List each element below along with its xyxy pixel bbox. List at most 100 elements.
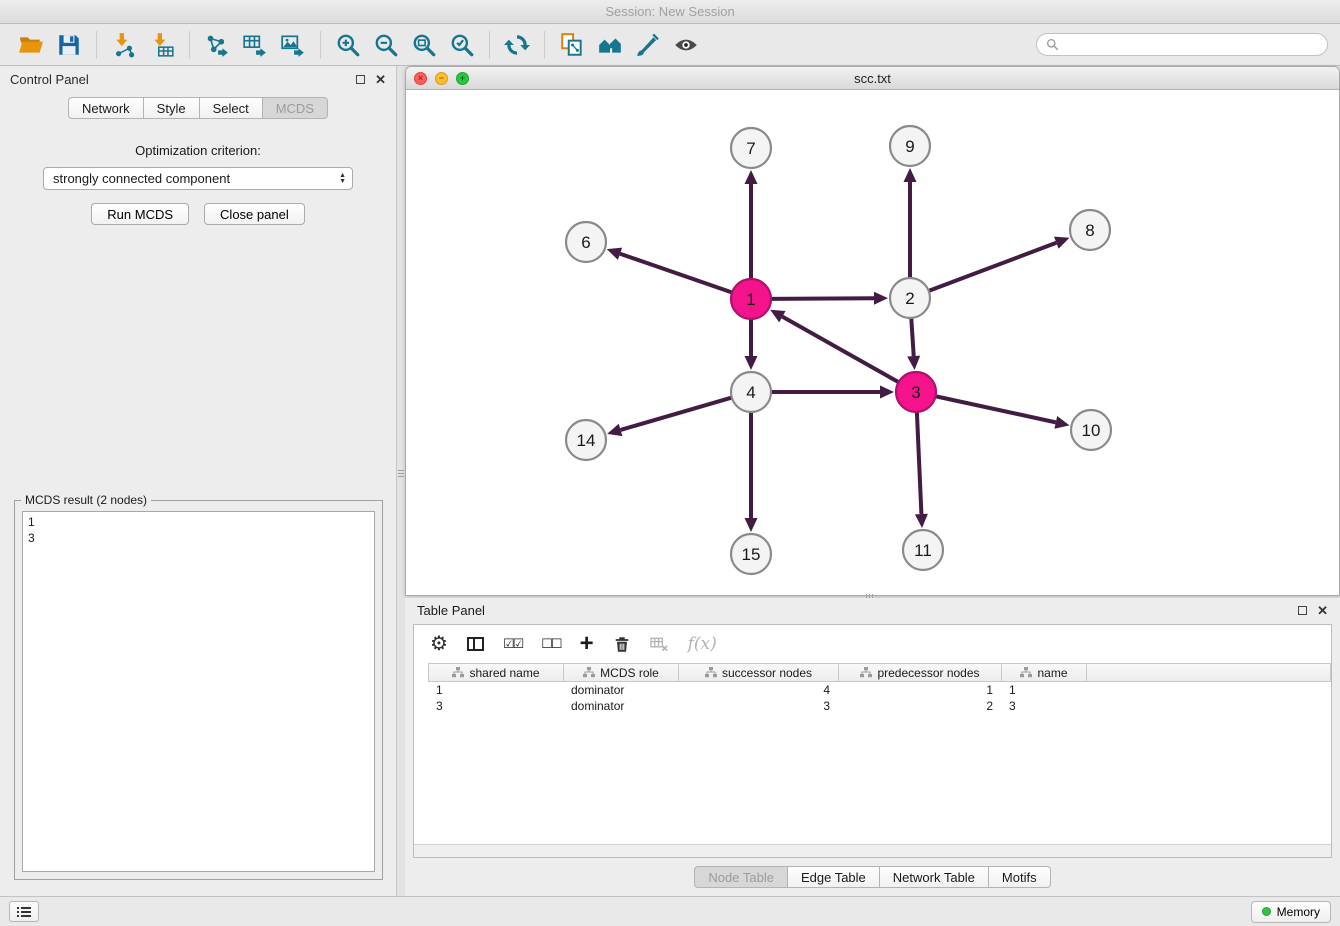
- column-header-shared-name[interactable]: shared name: [429, 664, 564, 681]
- graph-edge-4-14[interactable]: [607, 398, 732, 437]
- tab-select[interactable]: Select: [200, 97, 263, 119]
- graph-node-14[interactable]: 14: [566, 420, 606, 460]
- column-header-successor-nodes[interactable]: successor nodes: [679, 664, 839, 681]
- import-table-button[interactable]: [143, 28, 181, 62]
- column-header-label: MCDS role: [600, 666, 659, 680]
- column-header-mcds-role[interactable]: MCDS role: [564, 664, 679, 681]
- network-snapshot-button[interactable]: [553, 28, 591, 62]
- network-canvas[interactable]: 7 9 6 8 1 2 4 3 14 10 15 11: [406, 90, 1340, 596]
- float-panel-icon[interactable]: [356, 75, 365, 84]
- column-header-predecessor-nodes[interactable]: predecessor nodes: [839, 664, 1002, 681]
- graph-edge-4-3[interactable]: [771, 386, 894, 399]
- select-all-button[interactable]: ☑☑: [503, 636, 522, 652]
- home-button[interactable]: [591, 28, 629, 62]
- zoom-selected-icon: [449, 32, 475, 58]
- graph-edge-2-3[interactable]: [907, 318, 920, 370]
- zoom-out-button[interactable]: [367, 28, 405, 62]
- plus-icon: +: [580, 632, 594, 656]
- tab-mcds[interactable]: MCDS: [263, 97, 328, 119]
- close-window-icon[interactable]: ×: [414, 72, 427, 85]
- graph-edge-3-1[interactable]: [770, 310, 898, 382]
- close-mcds-panel-button[interactable]: Close panel: [204, 203, 305, 225]
- zoom-selected-button[interactable]: [443, 28, 481, 62]
- window-titlebar[interactable]: Session: New Session: [0, 0, 1340, 24]
- graph-node-15[interactable]: 15: [731, 534, 771, 574]
- zoom-fit-button[interactable]: [405, 28, 443, 62]
- search-field[interactable]: [1036, 33, 1328, 56]
- export-image-button[interactable]: [274, 28, 312, 62]
- graph-node-8[interactable]: 8: [1070, 210, 1110, 250]
- zoom-in-button[interactable]: [329, 28, 367, 62]
- graph-node-6[interactable]: 6: [566, 222, 606, 262]
- search-icon: [1046, 38, 1059, 51]
- column-header-name[interactable]: name: [1002, 664, 1087, 681]
- graph-node-7[interactable]: 7: [731, 128, 771, 168]
- graph-edge-1-2[interactable]: [771, 292, 888, 305]
- node-label: 2: [905, 289, 914, 308]
- network-window-titlebar[interactable]: scc.txt × − +: [406, 67, 1339, 90]
- graph-node-3[interactable]: 3: [896, 372, 936, 412]
- node-label: 14: [577, 431, 596, 450]
- apply-style-button[interactable]: [629, 28, 667, 62]
- graph-node-4[interactable]: 4: [731, 372, 771, 412]
- graph-node-11[interactable]: 11: [903, 530, 943, 570]
- graph-edge-2-9[interactable]: [904, 168, 917, 278]
- show-columns-button[interactable]: [467, 637, 484, 651]
- graph-edge-1-7[interactable]: [745, 170, 758, 279]
- search-input[interactable]: [1064, 38, 1318, 52]
- minimize-window-icon[interactable]: −: [435, 72, 448, 85]
- deselect-all-button[interactable]: ☐☐: [541, 636, 560, 652]
- close-table-panel-icon[interactable]: ✕: [1317, 604, 1328, 617]
- tab-node-table[interactable]: Node Table: [694, 866, 788, 888]
- delete-column-button[interactable]: [613, 635, 631, 654]
- tab-network-table[interactable]: Network Table: [880, 866, 989, 888]
- zoom-window-icon[interactable]: +: [456, 72, 469, 85]
- import-network-button[interactable]: [105, 28, 143, 62]
- vertical-splitter-handle[interactable]: [398, 462, 404, 484]
- save-session-button[interactable]: [50, 28, 88, 62]
- mcds-result-list[interactable]: 13: [22, 511, 375, 872]
- apply-layout-button[interactable]: [498, 28, 536, 62]
- attribute-type-icon: [860, 667, 872, 678]
- tab-motifs[interactable]: Motifs: [989, 866, 1051, 888]
- task-history-button[interactable]: [9, 901, 39, 922]
- run-mcds-button[interactable]: Run MCDS: [91, 203, 189, 225]
- table-horizontal-scrollbar[interactable]: [414, 844, 1331, 857]
- graph-edge-2-8[interactable]: [929, 237, 1070, 291]
- graph-edge-3-11[interactable]: [915, 412, 928, 528]
- table-cell: 1: [838, 683, 1001, 697]
- memory-button[interactable]: Memory: [1251, 901, 1331, 923]
- export-network-button[interactable]: [198, 28, 236, 62]
- tab-style[interactable]: Style: [144, 97, 200, 119]
- table-cell: 2: [838, 699, 1001, 713]
- node-table-header: shared name MCDS role successor nodes prede…: [428, 663, 1331, 682]
- graph-edge-3-10[interactable]: [936, 396, 1070, 428]
- float-table-panel-icon[interactable]: [1298, 606, 1307, 615]
- function-builder-button[interactable]: f(x): [688, 634, 717, 654]
- graph-edge-1-4[interactable]: [745, 319, 758, 370]
- node-label: 9: [905, 137, 914, 156]
- dropdown-stepper-icon: ▲▼: [337, 173, 348, 185]
- table-row[interactable]: 3dominator323: [428, 698, 1331, 714]
- tab-edge-table[interactable]: Edge Table: [788, 866, 880, 888]
- table-row[interactable]: 1dominator411: [428, 682, 1331, 698]
- show-hide-button[interactable]: [667, 28, 705, 62]
- control-panel: Control Panel ✕ NetworkStyleSelectMCDS O…: [0, 66, 397, 896]
- graph-node-2[interactable]: 2: [890, 278, 930, 318]
- tab-network[interactable]: Network: [68, 97, 144, 119]
- open-session-button[interactable]: [12, 28, 50, 62]
- node-label: 3: [911, 383, 920, 402]
- close-panel-icon[interactable]: ✕: [375, 73, 386, 86]
- delete-table-button[interactable]: [650, 635, 669, 653]
- graph-edge-4-15[interactable]: [745, 412, 758, 532]
- criterion-dropdown[interactable]: strongly connected component ▲▼: [43, 167, 353, 190]
- export-table-button[interactable]: [236, 28, 274, 62]
- graph-edge-1-6[interactable]: [607, 248, 732, 293]
- column-header-label: predecessor nodes: [877, 666, 979, 680]
- zoom-out-icon: [373, 32, 399, 58]
- graph-node-1[interactable]: 1: [731, 279, 771, 319]
- add-column-button[interactable]: +: [580, 632, 594, 656]
- table-options-button[interactable]: ⚙: [430, 634, 448, 654]
- graph-node-9[interactable]: 9: [890, 126, 930, 166]
- graph-node-10[interactable]: 10: [1071, 410, 1111, 450]
